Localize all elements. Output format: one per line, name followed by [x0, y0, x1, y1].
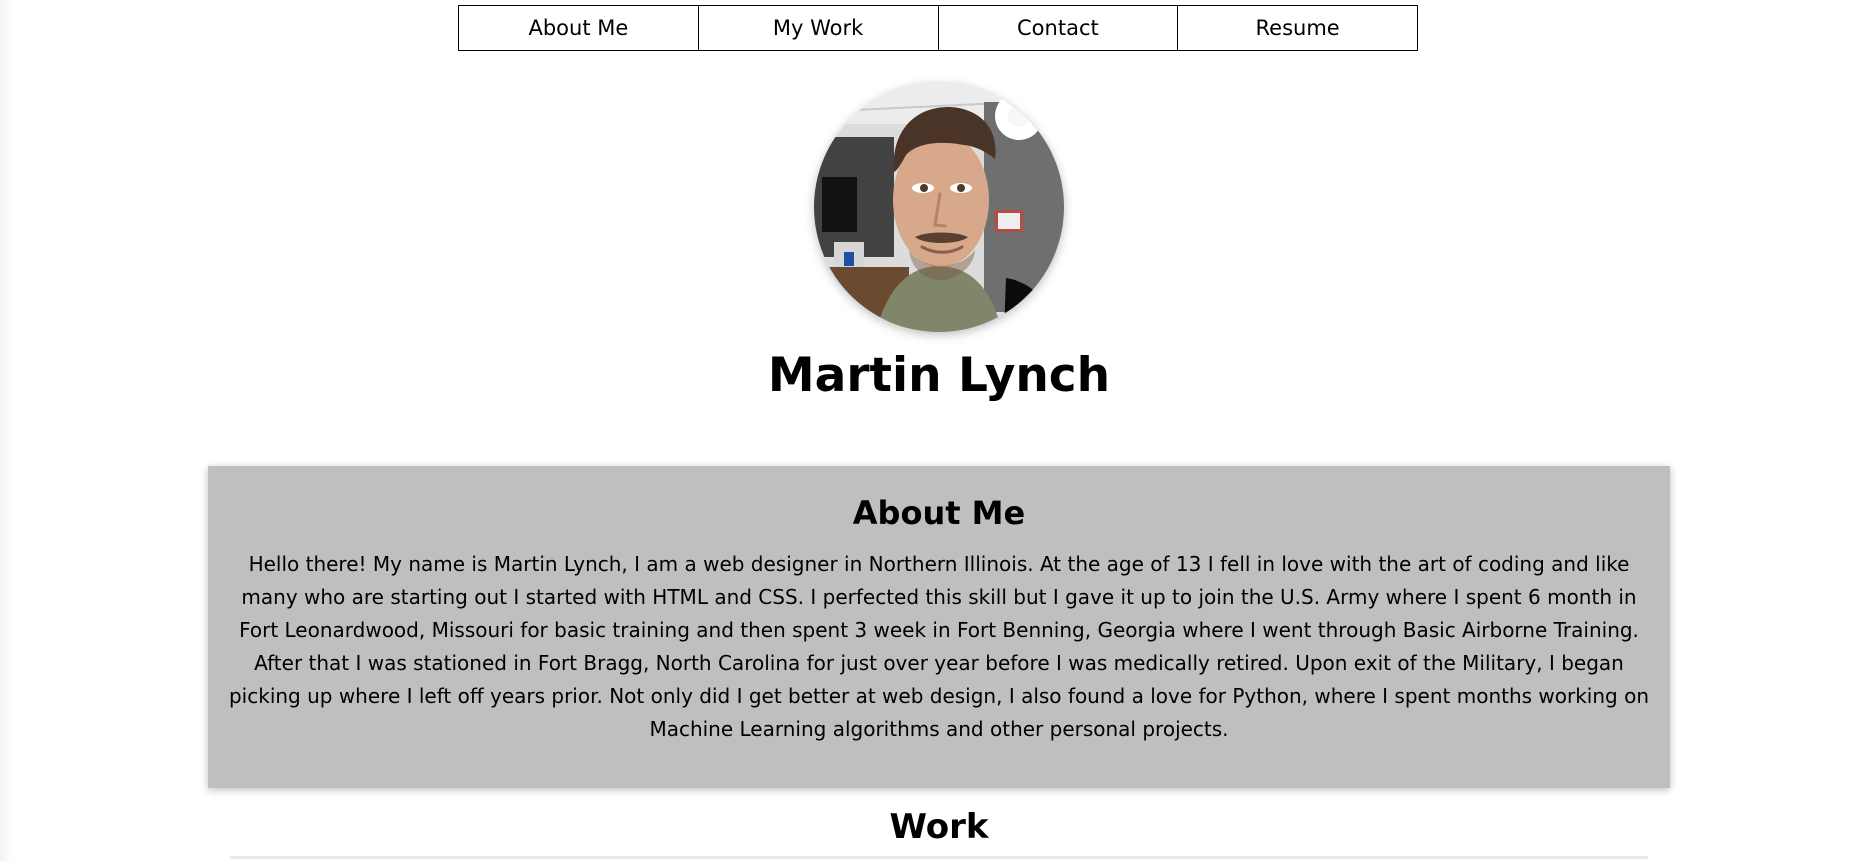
- profile-photo: [814, 82, 1064, 332]
- about-me-title: About Me: [852, 494, 1026, 532]
- work-section-top-border: [230, 856, 1648, 859]
- profile-name: Martin Lynch: [767, 348, 1111, 403]
- profile-photo-image: [814, 82, 1064, 332]
- work-section-title: Work: [889, 807, 989, 847]
- nav-item-about-me[interactable]: About Me: [459, 6, 699, 50]
- nav-item-my-work[interactable]: My Work: [698, 6, 939, 50]
- left-shadow-edge: [0, 0, 12, 861]
- nav-item-contact[interactable]: Contact: [938, 6, 1179, 50]
- about-me-text: Hello there! My name is Martin Lynch, I …: [228, 552, 1650, 742]
- about-me-card: About Me Hello there! My name is Martin …: [208, 466, 1670, 788]
- page: About Me My Work Contact Resume Martin L…: [0, 0, 1859, 861]
- main-navigation: About Me My Work Contact Resume: [458, 5, 1418, 51]
- nav-item-resume[interactable]: Resume: [1178, 6, 1417, 50]
